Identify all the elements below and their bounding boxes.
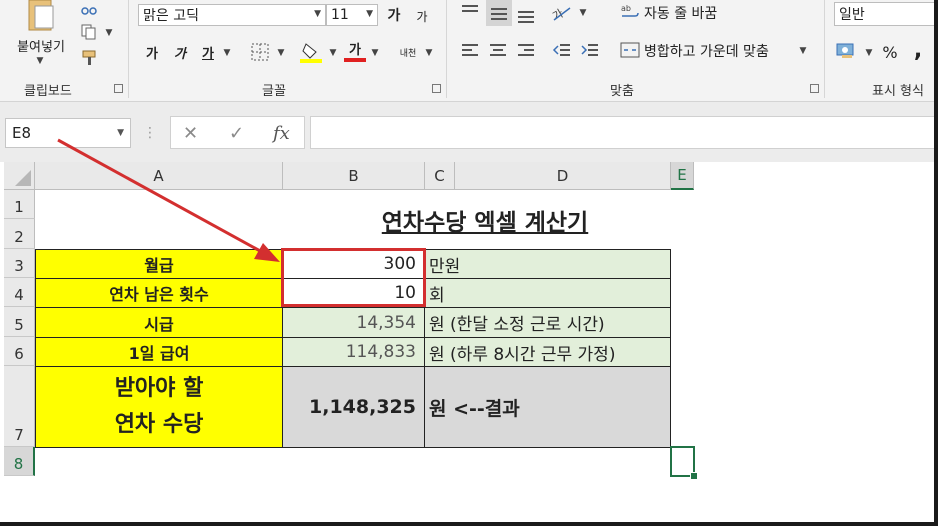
- excel-window: 붙여넣기 ▼ ▼ 클립보드 맑은 고딕 ▼ 11 ▼ 가 가 가 가 가 ▼ ▼…: [0, 0, 938, 526]
- annotation-arrow: [57, 138, 280, 262]
